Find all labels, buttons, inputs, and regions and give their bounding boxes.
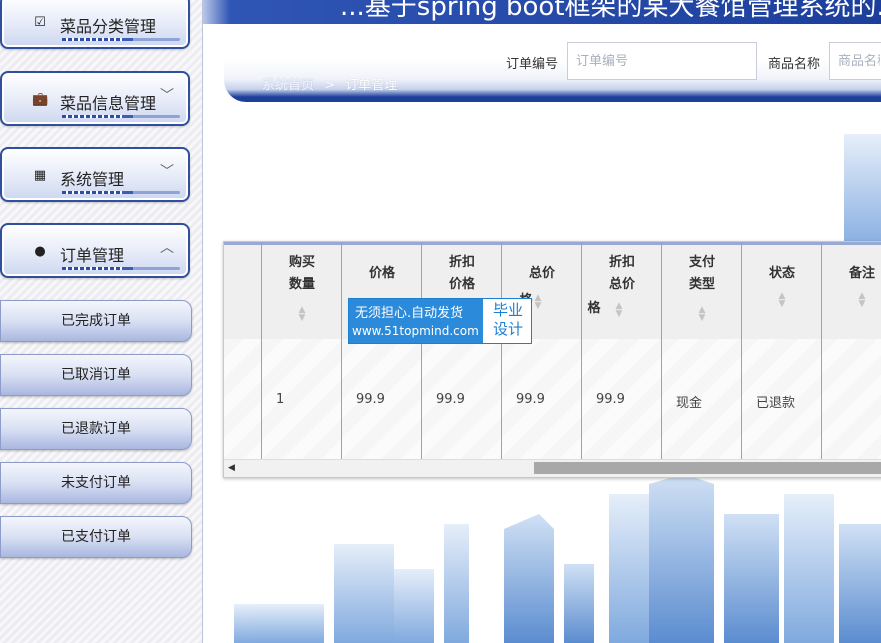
main-content: 系统首页 > 订单管理 订单编号 商品名称 购买 数量 ▲▼ 价格 ▲▼ — [204, 24, 881, 643]
sidebar-group-label: 菜品分类管理 — [60, 17, 157, 36]
sidebar-group-system[interactable]: ▦ 系统管理 ﹀ — [0, 147, 190, 202]
order-no-input[interactable] — [567, 42, 757, 80]
sidebar-item-unpaid-orders[interactable]: 未支付订单 — [0, 462, 192, 504]
order-no-label: 订单编号 — [506, 57, 559, 72]
watermark: 无须担心.自动发货 www.51topmind.com 毕业设计 — [348, 298, 532, 344]
cell-discount-price: 99.9 — [436, 392, 465, 407]
sidebar: ☑ 菜品分类管理 💼 菜品信息管理 ﹀ ▦ 系统管理 ﹀ ● 订单管理 ︿ 已完… — [0, 0, 203, 643]
checkbox-column — [224, 242, 262, 459]
breadcrumb-separator: > — [324, 78, 336, 93]
cell-quantity: 1 — [276, 392, 285, 407]
checkbox-icon: ☑ — [34, 15, 46, 30]
scroll-left-arrow-icon[interactable]: ◀ — [228, 463, 235, 473]
product-name-label: 商品名称 — [768, 57, 821, 72]
sort-icon[interactable]: ▲▼ — [742, 292, 822, 309]
grid-icon: ▦ — [33, 168, 47, 183]
sidebar-group-orders[interactable]: ● 订单管理 ︿ — [0, 223, 190, 278]
chevron-down-icon: ﹀ — [160, 164, 174, 180]
sidebar-item-cancelled-orders[interactable]: 已取消订单 — [0, 354, 192, 396]
cell-price: 99.9 — [356, 392, 385, 407]
watermark-badge: 毕业设计 — [492, 301, 523, 338]
sort-icon[interactable]: ▲▼ — [662, 306, 742, 323]
app-title: ...基于spring boot框架的某大餐馆管理系统的... — [340, 0, 881, 22]
watermark-url: www.51topmind.com — [352, 324, 479, 338]
sidebar-group-dish-info[interactable]: 💼 菜品信息管理 ﹀ — [0, 71, 190, 126]
cell-discount-total: 99.9 — [596, 392, 625, 407]
sidebar-item-completed-orders[interactable]: 已完成订单 — [0, 300, 192, 342]
sort-icon[interactable]: ▲▼ — [609, 302, 629, 319]
horizontal-scrollbar[interactable]: ◀ — [224, 459, 881, 477]
scrollbar-thumb[interactable] — [534, 462, 881, 474]
sidebar-group-dish-category[interactable]: ☑ 菜品分类管理 — [0, 0, 190, 49]
cell-total-price: 99.9 — [516, 392, 545, 407]
sidebar-group-label: 订单管理 — [60, 246, 125, 265]
watermark-line1: 无须担心.自动发货 — [355, 306, 464, 321]
sidebar-item-refunded-orders[interactable]: 已退款订单 — [0, 408, 192, 450]
sort-icon[interactable]: ▲▼ — [262, 306, 342, 323]
orders-table: 购买 数量 ▲▼ 价格 ▲▼ 折扣 价格 总价 格 ▲▼ 折扣 总价 格 ▲▼ … — [223, 241, 881, 478]
breadcrumb-current: 订单管理 — [345, 78, 398, 93]
cell-pay-type: 现金 — [676, 396, 703, 411]
decorative-underline — [62, 115, 180, 118]
breadcrumb: 系统首页 > 订单管理 — [262, 74, 397, 93]
chevron-up-icon: ︿ — [160, 240, 174, 256]
chevron-down-icon: ﹀ — [160, 88, 174, 104]
decorative-underline — [62, 38, 180, 41]
decorative-underline — [62, 191, 180, 194]
product-name-input[interactable] — [829, 42, 881, 80]
decorative-underline — [62, 267, 180, 270]
briefcase-icon: 💼 — [32, 92, 49, 107]
watermark-text-block: 无须担心.自动发货 www.51topmind.com — [349, 299, 483, 343]
sidebar-group-label: 菜品信息管理 — [60, 94, 157, 113]
sidebar-group-label: 系统管理 — [60, 170, 125, 189]
sidebar-item-paid-orders[interactable]: 已支付订单 — [0, 516, 192, 558]
lightbulb-icon: ● — [34, 244, 46, 259]
sort-icon[interactable]: ▲▼ — [822, 292, 881, 309]
breadcrumb-home-link[interactable]: 系统首页 — [262, 78, 314, 93]
cell-status: 已退款 — [756, 396, 796, 411]
